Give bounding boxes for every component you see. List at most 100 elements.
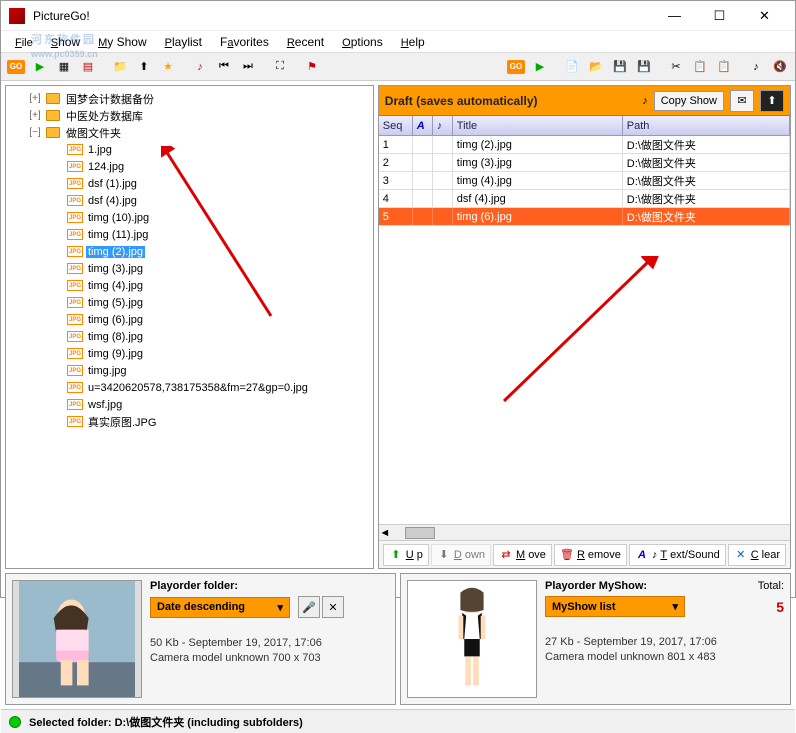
col-note[interactable]: ♪ bbox=[433, 116, 453, 135]
tree-file[interactable]: JPGtimg (2).jpg bbox=[8, 243, 371, 260]
col-a[interactable]: A bbox=[413, 116, 433, 135]
music-note-icon: ♪ bbox=[642, 95, 648, 107]
grid-row[interactable]: 5timg (6).jpgD:\做图文件夹 bbox=[379, 208, 790, 226]
toolbar-maximize-icon[interactable]: ⛶ bbox=[269, 56, 291, 78]
toolbar-saveas-icon[interactable]: 💾 bbox=[633, 56, 655, 78]
toolbar-mute-icon[interactable]: 🔇 bbox=[769, 56, 791, 78]
tree-file[interactable]: JPGtimg (4).jpg bbox=[8, 277, 371, 294]
delete-button[interactable]: ✕ bbox=[322, 596, 344, 618]
remove-button[interactable]: 🗑Remove bbox=[554, 544, 627, 566]
tree-file[interactable]: JPGtimg (10).jpg bbox=[8, 209, 371, 226]
menu-myshow[interactable]: My Show bbox=[90, 33, 155, 51]
tree-folder[interactable]: [−]做图文件夹 bbox=[8, 124, 371, 141]
toolbar: GO ▶ ▦ ▤ 📁 ⬆ ★ ♪ ⏮ ⏭ ⛶ ⚑ GO ▶ 📄 📂 💾 💾 ✂ … bbox=[1, 53, 795, 81]
tree-folder[interactable]: [+]国梦会计数据备份 bbox=[8, 90, 371, 107]
up-button[interactable]: ⬆Up bbox=[383, 544, 429, 566]
status-bar: Selected folder: D:\做图文件夹 (including sub… bbox=[1, 709, 795, 733]
menu-favorites[interactable]: Favorites bbox=[212, 33, 277, 51]
toolbar-grid-icon[interactable]: ▦ bbox=[53, 56, 75, 78]
mail-button[interactable]: ✉ bbox=[730, 90, 754, 112]
toolbar-folder-icon[interactable]: 📁 bbox=[109, 56, 131, 78]
chevron-down-icon: ▾ bbox=[277, 601, 283, 614]
playorder-folder-label: Playorder folder: bbox=[150, 580, 389, 592]
preview-right-panel: Playorder MyShow: Total: MyShow list▾ 5 … bbox=[400, 573, 791, 705]
toolbar-play-icon[interactable]: ▶ bbox=[29, 56, 51, 78]
tree-folder[interactable]: [+]中医处方数据库 bbox=[8, 107, 371, 124]
minimize-button[interactable]: — bbox=[652, 2, 697, 30]
toolbar-star-icon[interactable]: ★ bbox=[157, 56, 179, 78]
col-title[interactable]: Title bbox=[453, 116, 623, 135]
menu-show[interactable]: Show bbox=[43, 33, 88, 51]
toolbar-up-icon[interactable]: ⬆ bbox=[133, 56, 155, 78]
tree-file[interactable]: JPGu=3420620578,738175358&fm=27&gp=0.jpg bbox=[8, 379, 371, 396]
tree-file[interactable]: JPG124.jpg bbox=[8, 158, 371, 175]
tree-file[interactable]: JPGwsf.jpg bbox=[8, 396, 371, 413]
tree-file[interactable]: JPGtimg (5).jpg bbox=[8, 294, 371, 311]
col-seq[interactable]: Seq bbox=[379, 116, 413, 135]
tree-file[interactable]: JPGdsf (1).jpg bbox=[8, 175, 371, 192]
preview-left-panel: Playorder folder: Date descending▾ 🎤 ✕ 5… bbox=[5, 573, 396, 705]
grid-scrollbar[interactable]: ◄ bbox=[379, 524, 790, 540]
playorder-folder-dropdown[interactable]: Date descending▾ bbox=[150, 597, 290, 618]
maximize-button[interactable]: ☐ bbox=[697, 2, 742, 30]
menubar: 河东软件园www.pc0359.cn File Show My Show Pla… bbox=[1, 31, 795, 53]
menu-file[interactable]: File bbox=[7, 33, 41, 51]
toolbar-prev-icon[interactable]: ⏮ bbox=[213, 56, 235, 78]
total-count: 5 bbox=[776, 599, 784, 615]
grid-row[interactable]: 4dsf (4).jpgD:\做图文件夹 bbox=[379, 190, 790, 208]
playorder-myshow-dropdown[interactable]: MyShow list▾ bbox=[545, 596, 685, 617]
tree-file[interactable]: JPGtimg (9).jpg bbox=[8, 345, 371, 362]
go-button-1[interactable]: GO bbox=[5, 56, 27, 78]
go-button-2[interactable]: GO bbox=[505, 56, 527, 78]
copy-show-button[interactable]: Copy Show bbox=[654, 91, 724, 111]
draft-header: Draft (saves automatically) ♪ Copy Show … bbox=[379, 86, 790, 116]
toolbar-flag-icon[interactable]: ⚑ bbox=[301, 56, 323, 78]
up-arrow-button[interactable]: ⬆ bbox=[760, 90, 784, 112]
down-button[interactable]: ⬇Down bbox=[431, 544, 491, 566]
tree-file[interactable]: JPG1.jpg bbox=[8, 141, 371, 158]
tree-file[interactable]: JPGdsf (4).jpg bbox=[8, 192, 371, 209]
toolbar-new-icon[interactable]: 📄 bbox=[561, 56, 583, 78]
grid-row[interactable]: 2timg (3).jpgD:\做图文件夹 bbox=[379, 154, 790, 172]
mic-button[interactable]: 🎤 bbox=[298, 596, 320, 618]
text-sound-button[interactable]: A♪Text/Sound bbox=[629, 544, 726, 566]
folder-tree-panel: [+]国梦会计数据备份[+]中医处方数据库[−]做图文件夹JPG1.jpgJPG… bbox=[5, 85, 374, 569]
tree-file[interactable]: JPGtimg.jpg bbox=[8, 362, 371, 379]
status-indicator-icon bbox=[9, 716, 21, 728]
toolbar-play2-icon[interactable]: ▶ bbox=[529, 56, 551, 78]
toolbar-open-icon[interactable]: 📂 bbox=[585, 56, 607, 78]
playorder-myshow-label: Playorder MyShow: bbox=[545, 580, 647, 592]
toolbar-copy-icon[interactable]: 📋 bbox=[689, 56, 711, 78]
col-path[interactable]: Path bbox=[623, 116, 790, 135]
tree-file[interactable]: JPGtimg (3).jpg bbox=[8, 260, 371, 277]
clear-button[interactable]: ✕Clear bbox=[728, 544, 786, 566]
menu-recent[interactable]: Recent bbox=[279, 33, 332, 51]
menu-playlist[interactable]: Playlist bbox=[157, 33, 210, 51]
toolbar-paste-icon[interactable]: 📋 bbox=[713, 56, 735, 78]
menu-help[interactable]: Help bbox=[393, 33, 433, 51]
toolbar-save-icon[interactable]: 💾 bbox=[609, 56, 631, 78]
folder-tree[interactable]: [+]国梦会计数据备份[+]中医处方数据库[−]做图文件夹JPG1.jpgJPG… bbox=[6, 86, 373, 568]
toolbar-next-icon[interactable]: ⏭ bbox=[237, 56, 259, 78]
tree-file[interactable]: JPG真实原图.JPG bbox=[8, 413, 371, 430]
tree-file[interactable]: JPGtimg (8).jpg bbox=[8, 328, 371, 345]
app-icon bbox=[9, 8, 25, 24]
chevron-down-icon: ▾ bbox=[672, 600, 678, 613]
menu-options[interactable]: Options bbox=[334, 33, 391, 51]
file-meta-right: 27 Kb - September 19, 2017, 17:06 Camera… bbox=[545, 635, 784, 666]
draft-title: Draft (saves automatically) bbox=[385, 94, 636, 108]
move-button[interactable]: ⇄Move bbox=[493, 544, 552, 566]
tree-file[interactable]: JPGtimg (6).jpg bbox=[8, 311, 371, 328]
titlebar: PictureGo! — ☐ ✕ bbox=[1, 1, 795, 31]
tree-file[interactable]: JPGtimg (11).jpg bbox=[8, 226, 371, 243]
grid-row[interactable]: 3timg (4).jpgD:\做图文件夹 bbox=[379, 172, 790, 190]
grid-row[interactable]: 1timg (2).jpgD:\做图文件夹 bbox=[379, 136, 790, 154]
toolbar-cut-icon[interactable]: ✂ bbox=[665, 56, 687, 78]
toolbar-list-icon[interactable]: ▤ bbox=[77, 56, 99, 78]
toolbar-music-icon[interactable]: ♪ bbox=[745, 56, 767, 78]
toolbar-playlist-icon[interactable]: ♪ bbox=[189, 56, 211, 78]
status-text: Selected folder: D:\做图文件夹 (including sub… bbox=[29, 714, 303, 730]
close-button[interactable]: ✕ bbox=[742, 2, 787, 30]
window-title: PictureGo! bbox=[33, 9, 652, 23]
grid-header: Seq A ♪ Title Path bbox=[379, 116, 790, 136]
